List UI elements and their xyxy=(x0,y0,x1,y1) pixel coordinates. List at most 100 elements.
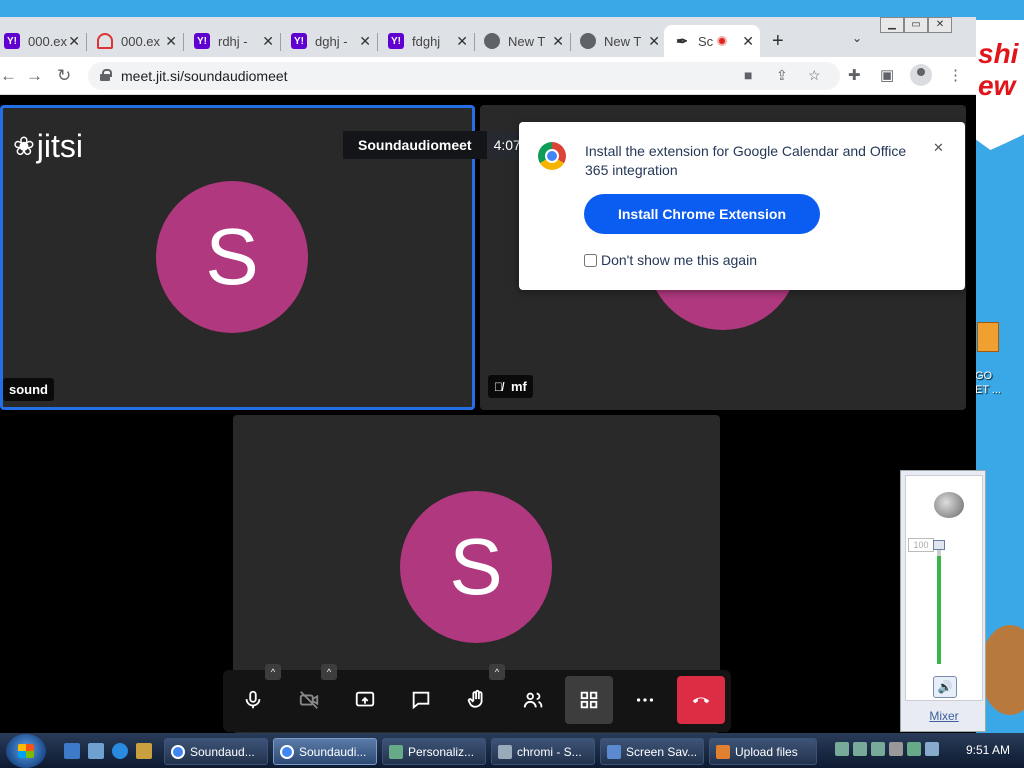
internet-explorer-icon[interactable] xyxy=(112,743,128,759)
screen-share-button[interactable] xyxy=(341,676,389,724)
back-icon[interactable]: ← xyxy=(0,66,17,86)
taskbar-clock[interactable]: 9:51 AM xyxy=(966,743,1010,757)
raise-hand-icon xyxy=(467,689,483,708)
tab-6[interactable]: New T ✕ xyxy=(480,25,571,57)
taskbar-item-label: Soundaudi... xyxy=(299,744,367,759)
dont-show-again[interactable]: Don't show me this again xyxy=(584,252,757,268)
chrome-icon xyxy=(171,744,185,759)
camera-button[interactable] xyxy=(285,676,333,724)
tab-1[interactable]: Y! 000.ex ✕ xyxy=(0,25,87,57)
tray-icon-4[interactable] xyxy=(889,742,903,756)
taskbar-item-4[interactable]: chromi - S... xyxy=(491,738,595,765)
popup-message: Install the extension for Google Calenda… xyxy=(585,143,907,178)
taskbar-item-label: Upload files xyxy=(735,744,798,759)
extension-popup: Install the extension for Google Calenda… xyxy=(519,122,965,290)
tile-view-button[interactable] xyxy=(565,676,613,724)
url-text[interactable]: meet.jit.si/soundaudiomeet xyxy=(121,68,288,84)
hangup-button[interactable] xyxy=(677,676,725,724)
volume-tray-icon[interactable] xyxy=(925,742,939,756)
extensions-puzzle-icon[interactable]: ✚ xyxy=(848,66,861,84)
tab-2[interactable]: 000.ex ✕ xyxy=(93,25,184,57)
taskbar-item-6[interactable]: Upload files xyxy=(709,738,817,765)
minimize-button[interactable]: ▁ xyxy=(880,17,904,33)
taskbar-item-label: Soundaud... xyxy=(190,744,255,759)
close-icon[interactable]: ✕ xyxy=(933,140,944,156)
system-tray xyxy=(835,742,939,756)
close-icon[interactable]: ✕ xyxy=(742,33,754,50)
microphone-icon xyxy=(245,690,261,709)
speaker-icon: 🔊 xyxy=(937,680,953,694)
forward-icon[interactable]: → xyxy=(26,66,43,86)
new-tab-button[interactable]: + xyxy=(772,31,784,51)
reload-icon[interactable]: ↻ xyxy=(57,66,71,86)
switch-windows-icon[interactable] xyxy=(88,743,104,759)
tray-icon-2[interactable] xyxy=(853,742,867,756)
taskbar-item-3[interactable]: Personaliz... xyxy=(382,738,486,765)
volume-slider-thumb[interactable] xyxy=(933,540,945,550)
tray-icon-3[interactable] xyxy=(871,742,885,756)
close-icon[interactable]: ✕ xyxy=(165,33,177,50)
tab-4[interactable]: Y! dghj - ✕ xyxy=(287,25,378,57)
yahoo-icon: Y! xyxy=(291,33,307,49)
participants-button[interactable] xyxy=(509,676,557,724)
dont-show-label[interactable]: Don't show me this again xyxy=(601,252,757,268)
meeting-subject: Soundaudiomeet xyxy=(343,131,487,159)
camera-options-caret[interactable]: ^ xyxy=(321,664,337,680)
address-bar[interactable]: meet.jit.si/soundaudiomeet ■ ⇪ ☆ xyxy=(88,62,840,90)
tab-3[interactable]: Y! rdhj - ✕ xyxy=(190,25,281,57)
bookmark-star-icon[interactable]: ☆ xyxy=(808,67,821,84)
side-panel-icon[interactable]: ▣ xyxy=(880,66,894,84)
tab-title: fdghj xyxy=(412,33,441,49)
profile-avatar-icon[interactable] xyxy=(910,64,932,86)
mic-options-caret[interactable]: ^ xyxy=(265,664,281,680)
jitsi-logo[interactable]: ❀ jitsi xyxy=(13,128,83,165)
show-desktop-icon[interactable] xyxy=(64,743,80,759)
volume-value: 100 xyxy=(908,538,934,552)
reactions-caret[interactable]: ^ xyxy=(489,664,505,680)
desktop-shortcut[interactable]: GO ET ... xyxy=(975,322,1024,402)
camera-icon[interactable]: ■ xyxy=(744,67,752,83)
lock-icon[interactable] xyxy=(100,69,112,81)
volume-slider-track[interactable] xyxy=(937,544,941,664)
participant-name-tag: 🎙̸ mf xyxy=(488,375,533,398)
screen-share-icon xyxy=(355,691,375,707)
close-window-button[interactable]: ✕ xyxy=(928,17,952,33)
desktop-ball-image xyxy=(980,625,1024,715)
network-icon[interactable] xyxy=(907,742,921,756)
shield-icon xyxy=(97,33,113,49)
close-icon[interactable]: ✕ xyxy=(648,33,660,50)
taskbar-item-5[interactable]: Screen Sav... xyxy=(600,738,704,765)
quicklaunch-app-icon[interactable] xyxy=(136,743,152,759)
dont-show-checkbox[interactable] xyxy=(584,253,597,267)
close-icon[interactable]: ✕ xyxy=(359,33,371,50)
tab-title: Sc xyxy=(698,33,714,49)
menu-dots-icon[interactable]: ⋮ xyxy=(948,66,963,84)
desktop-banner-text: shi ew xyxy=(978,38,1019,101)
mute-speaker-button[interactable]: 🔊 xyxy=(933,676,957,698)
install-extension-button[interactable]: Install Chrome Extension xyxy=(584,194,820,234)
maximize-button[interactable]: ▭ xyxy=(904,17,928,33)
globe-icon xyxy=(484,33,500,49)
close-icon[interactable]: ✕ xyxy=(552,33,564,50)
tab-5[interactable]: Y! fdghj ✕ xyxy=(384,25,475,57)
close-icon[interactable]: ✕ xyxy=(68,33,80,50)
close-icon[interactable]: ✕ xyxy=(262,33,274,50)
screensaver-icon xyxy=(607,744,621,759)
tab-7[interactable]: New T ✕ xyxy=(576,25,666,57)
chevron-down-icon[interactable]: ⌄ xyxy=(852,31,862,45)
raise-hand-button[interactable] xyxy=(453,676,501,724)
speaker-device-icon xyxy=(934,492,964,518)
tab-8-active[interactable]: ✒ Sc ✕ xyxy=(664,25,760,57)
tray-icon-1[interactable] xyxy=(835,742,849,756)
desktop-shortcut-label-2: ET ... xyxy=(975,384,1002,396)
mixer-link[interactable]: Mixer xyxy=(901,709,987,723)
chat-button[interactable] xyxy=(397,676,445,724)
microphone-button[interactable] xyxy=(229,676,277,724)
control-panel-icon xyxy=(389,744,403,759)
more-button[interactable] xyxy=(621,676,669,724)
taskbar-item-1[interactable]: Soundaud... xyxy=(164,738,268,765)
share-icon[interactable]: ⇪ xyxy=(776,67,788,84)
taskbar-item-2[interactable]: Soundaudi... xyxy=(273,738,377,765)
start-button[interactable] xyxy=(6,734,46,768)
close-icon[interactable]: ✕ xyxy=(456,33,468,50)
